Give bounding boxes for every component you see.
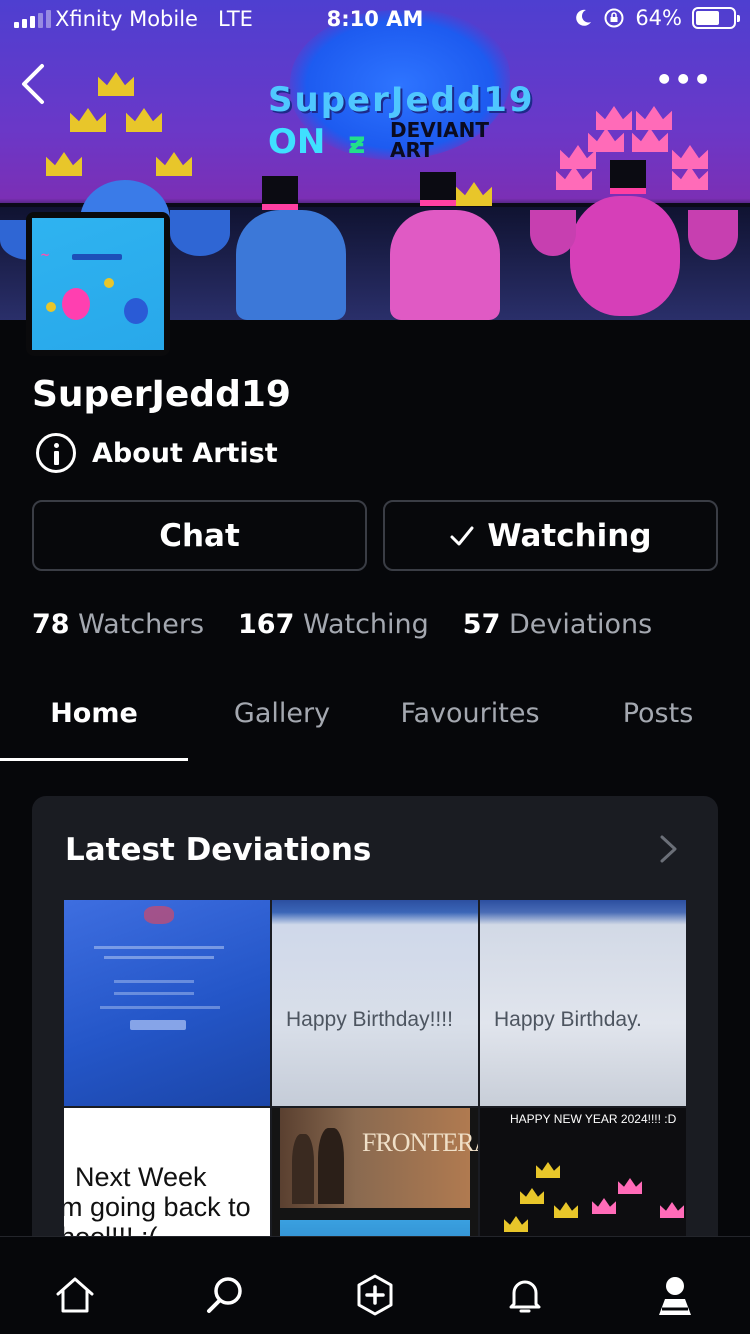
- chevron-left-icon: [22, 64, 44, 104]
- banner-title: SuperJedd19: [268, 80, 535, 120]
- character-blue-p: [236, 210, 346, 320]
- stat-watchers[interactable]: 78 Watchers: [32, 609, 204, 640]
- home-icon: [56, 1277, 94, 1313]
- crown-icon: [554, 1202, 578, 1218]
- crown-icon: [588, 128, 624, 152]
- crown-icon: [596, 106, 632, 130]
- back-button[interactable]: [14, 62, 54, 106]
- tab-favourites[interactable]: Favourites: [376, 698, 564, 729]
- checkmark-icon: [450, 526, 474, 545]
- more-options-button[interactable]: •••: [655, 66, 712, 94]
- tab-home[interactable]: Home: [0, 698, 188, 729]
- nav-notifications[interactable]: [503, 1273, 547, 1317]
- tab-gallery[interactable]: Gallery: [188, 698, 376, 729]
- nav-profile[interactable]: [653, 1273, 697, 1317]
- crown-icon: [46, 152, 82, 176]
- crown-icon: [156, 152, 192, 176]
- battery-fill: [696, 11, 720, 25]
- crown-icon: [618, 1178, 642, 1194]
- avatar[interactable]: ~: [26, 212, 170, 356]
- watching-button[interactable]: Watching: [383, 500, 718, 571]
- create-icon: [357, 1274, 393, 1316]
- character-pink-p: [390, 210, 500, 320]
- info-icon: [36, 433, 76, 473]
- crown-icon: [672, 166, 708, 190]
- crown-icon: [672, 145, 708, 169]
- profile-stats: 78 Watchers 167 Watching 57 Deviations: [32, 609, 652, 640]
- crown-icon: [556, 166, 592, 190]
- moon-icon: [576, 9, 592, 26]
- crown-icon: [636, 106, 672, 130]
- battery-percent: 64%: [635, 6, 682, 30]
- profile-tabs: Home Gallery Favourites Posts: [0, 680, 750, 761]
- chevron-right-icon[interactable]: [658, 834, 680, 864]
- watching-button-label: Watching: [487, 517, 652, 554]
- search-icon: [207, 1277, 242, 1313]
- crown-icon: [660, 1202, 684, 1218]
- chat-button-label: Chat: [159, 517, 240, 554]
- banner-deviantart-text: DEVIANT ART: [390, 118, 490, 162]
- crown-icon: [632, 128, 668, 152]
- deviantart-logo-icon: ƶ: [348, 126, 366, 161]
- banner-on-text: ON: [268, 122, 326, 162]
- crown-icon: [592, 1198, 616, 1214]
- about-artist-link[interactable]: About Artist: [36, 433, 278, 473]
- nav-search[interactable]: [203, 1273, 247, 1317]
- deviation-thumbnail[interactable]: Happy Birthday!!!!: [272, 900, 478, 1106]
- chat-button[interactable]: Chat: [32, 500, 367, 571]
- crown-icon: [70, 108, 106, 132]
- crown-icon: [520, 1188, 544, 1204]
- notifications-icon: [509, 1280, 541, 1313]
- latest-deviations-title[interactable]: Latest Deviations: [65, 832, 371, 868]
- crown-icon: [536, 1162, 560, 1178]
- nav-create[interactable]: [353, 1273, 397, 1317]
- stat-deviations[interactable]: 57 Deviations: [463, 609, 652, 640]
- crown-icon: [504, 1216, 528, 1232]
- nav-home[interactable]: [53, 1273, 97, 1317]
- profile-icon: [659, 1277, 691, 1315]
- battery-icon: [692, 7, 740, 29]
- active-tab-indicator: [0, 758, 188, 761]
- stat-watching[interactable]: 167 Watching: [238, 609, 429, 640]
- rotation-lock-icon: [604, 8, 624, 28]
- crown-icon: [98, 72, 134, 96]
- more-icon: •••: [655, 63, 712, 96]
- bottom-nav: [0, 1236, 750, 1334]
- username: SuperJedd19: [32, 374, 291, 415]
- deviation-thumbnail[interactable]: [64, 900, 270, 1106]
- crown-icon: [456, 182, 492, 206]
- status-bar: Xfinity Mobile LTE 8:10 AM 64%: [0, 0, 750, 40]
- tab-posts[interactable]: Posts: [564, 698, 750, 729]
- crown-icon: [126, 108, 162, 132]
- about-artist-label: About Artist: [92, 437, 278, 469]
- character-magenta: [570, 196, 680, 316]
- deviation-thumbnail[interactable]: Happy Birthday.: [480, 900, 686, 1106]
